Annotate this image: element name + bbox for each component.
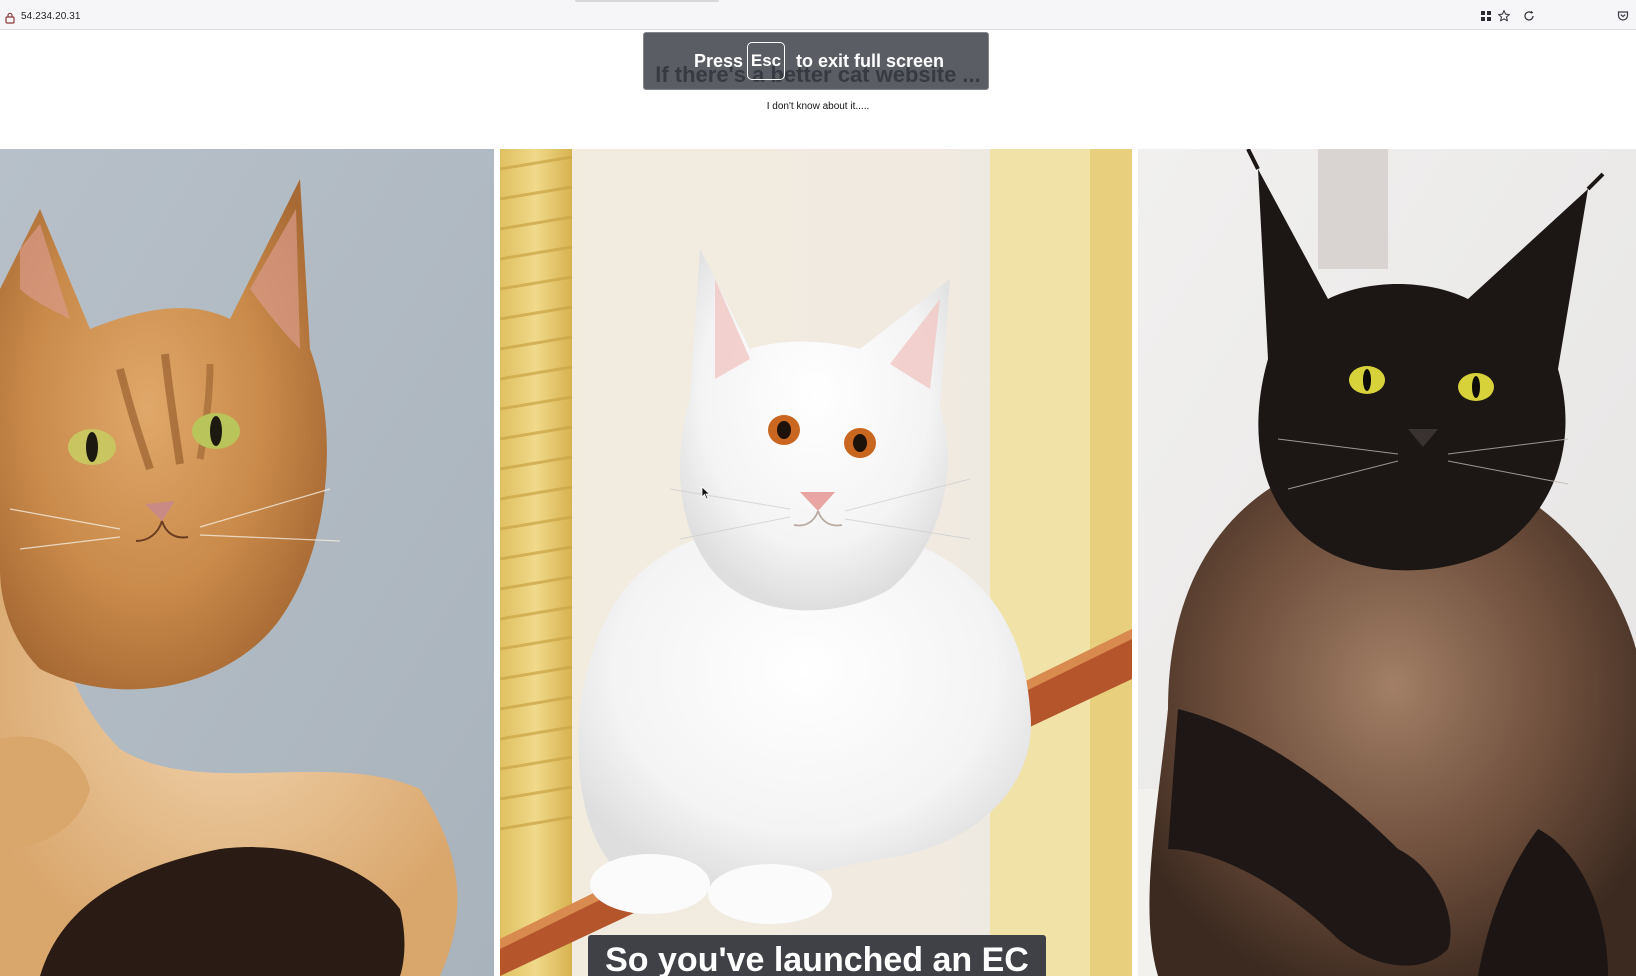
fullscreen-notice-press: Press	[694, 51, 744, 71]
esc-key-badge: Esc	[747, 42, 785, 80]
orange-cat-photo	[0, 149, 494, 976]
tab-indicator[interactable]	[575, 0, 719, 2]
mouse-cursor-icon	[701, 486, 711, 500]
reload-icon[interactable]	[1522, 9, 1536, 23]
pocket-icon[interactable]	[1616, 9, 1630, 23]
bottom-caption: So you've launched an EC	[588, 935, 1046, 976]
lock-icon[interactable]	[5, 11, 15, 24]
white-cat-photo	[500, 149, 1132, 976]
fullscreen-notice: Press Esc to exit full screen	[643, 32, 989, 90]
fullscreen-notice-text: to exit full screen	[796, 51, 945, 71]
black-cat-photo	[1138, 149, 1636, 976]
grid-icon[interactable]	[1479, 9, 1493, 23]
browser-toolbar: 54.234.20.31	[0, 0, 1636, 30]
page-subtitle: I don't know about it.....	[766, 101, 870, 112]
star-icon[interactable]	[1497, 9, 1511, 23]
address-bar-url[interactable]: 54.234.20.31	[21, 11, 81, 22]
